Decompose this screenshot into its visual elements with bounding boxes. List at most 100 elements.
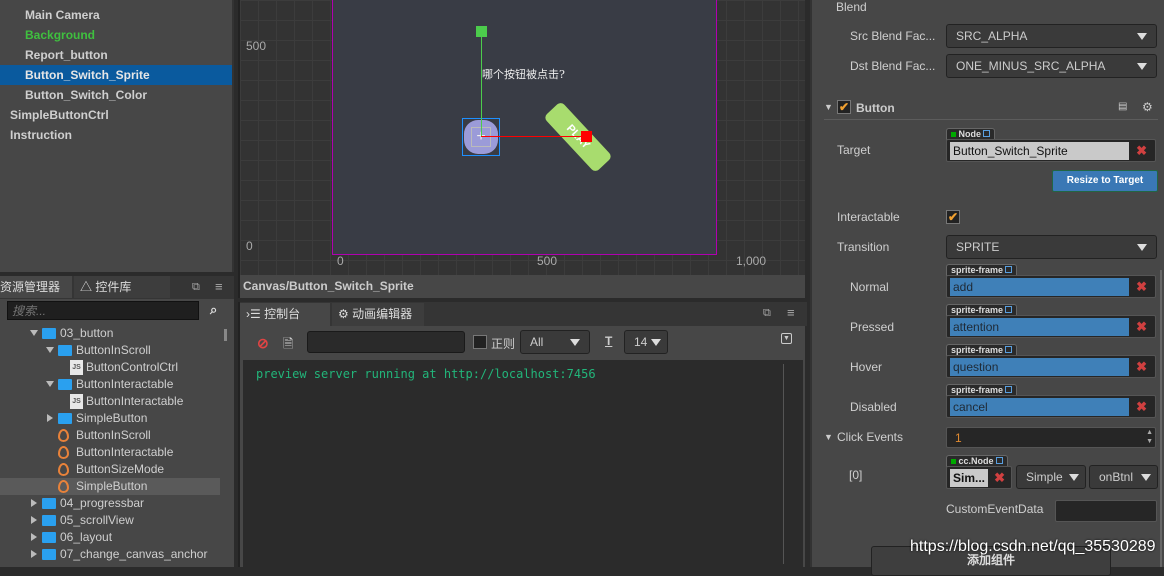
dst-blend-dropdown[interactable]: ONE_MINUS_SRC_ALPHA — [946, 54, 1157, 78]
stepper-icon[interactable]: ▲ ▼ — [1146, 428, 1153, 446]
hierarchy-item[interactable]: Button_Switch_Color — [0, 85, 232, 105]
collapse-arrow-icon[interactable] — [31, 499, 37, 507]
assets-search-input[interactable] — [7, 301, 199, 320]
clear-icon[interactable]: ✖ — [1136, 278, 1147, 296]
clear-icon[interactable]: ⊘ — [257, 335, 269, 352]
asset-item[interactable]: ButtonInteractable — [0, 444, 220, 461]
hierarchy-scrollbar[interactable] — [232, 0, 234, 272]
hierarchy-item[interactable]: Instruction — [0, 125, 232, 145]
event-handler-dropdown[interactable]: onBtnl — [1089, 465, 1158, 489]
console-log-area[interactable]: preview server running at http://localho… — [243, 360, 803, 567]
asset-item[interactable]: 04_progressbar — [0, 495, 220, 512]
scene-label-text: 哪个按钮被点击? — [482, 68, 565, 81]
popout-icon[interactable]: ⧉ — [763, 307, 771, 320]
event-component-dropdown[interactable]: Simple — [1016, 465, 1086, 489]
clear-icon[interactable]: ✖ — [994, 469, 1005, 487]
asset-item[interactable]: JS ButtonInteractable — [0, 393, 220, 410]
menu-icon[interactable]: ≡ — [215, 279, 223, 294]
collapse-arrow-icon[interactable]: ▼ — [824, 102, 833, 112]
tab-assets[interactable]: 资源管理器 — [0, 276, 72, 298]
asset-item[interactable]: ButtonSizeMode — [0, 461, 220, 478]
asset-item[interactable]: 06_layout — [0, 529, 220, 546]
hierarchy-item[interactable]: SimpleButtonCtrl — [0, 105, 232, 125]
expand-arrow-icon[interactable] — [46, 381, 54, 387]
hierarchy-item[interactable]: Button_Switch_Sprite — [0, 65, 232, 85]
expand-arrow-icon[interactable] — [46, 347, 54, 353]
target-field[interactable]: Node Button_Switch_Sprite ✖ — [946, 128, 1156, 162]
collapse-icon[interactable]: ▼ — [781, 333, 792, 344]
font-size-dropdown[interactable]: 14 — [624, 330, 668, 354]
log-file-icon[interactable]: 🗎 — [283, 335, 293, 357]
console-filter-input[interactable] — [307, 331, 465, 353]
external-link-icon[interactable] — [1005, 346, 1013, 353]
clear-icon[interactable]: ✖ — [1136, 318, 1147, 336]
asset-item[interactable]: SimpleButton — [0, 410, 220, 427]
asset-item[interactable]: 05_scrollView — [0, 512, 220, 529]
scene-file-icon — [58, 429, 69, 442]
tab-console[interactable]: ›☰ 控制台 — [240, 303, 330, 326]
console-icon: ›☰ — [246, 307, 265, 321]
external-link-icon[interactable] — [1005, 386, 1013, 393]
expand-arrow-icon[interactable] — [30, 330, 38, 336]
custom-event-data-input[interactable] — [1055, 500, 1157, 522]
external-link-icon[interactable] — [983, 130, 991, 137]
hierarchy-item[interactable]: Main Camera — [0, 5, 232, 25]
asset-item-label: 07_change_canvas_anchor — [60, 547, 208, 561]
disabled-sprite-field[interactable]: sprite-frame cancel ✖ — [946, 384, 1156, 418]
external-link-icon[interactable] — [1005, 306, 1013, 313]
button-enabled-checkbox[interactable]: ✔ — [837, 100, 851, 114]
event-target-field[interactable]: cc.Node Sim... ✖ — [946, 455, 1013, 489]
src-blend-dropdown[interactable]: SRC_ALPHA — [946, 24, 1157, 48]
collapse-arrow-icon[interactable] — [31, 533, 37, 541]
animation-icon: ⚙ — [338, 307, 353, 321]
gizmo-y-axis[interactable] — [481, 34, 482, 137]
gizmo-y-handle[interactable] — [476, 26, 487, 37]
asset-item[interactable]: 07_change_canvas_anchor — [0, 546, 220, 563]
collapse-arrow-icon[interactable]: ▼ — [824, 432, 833, 442]
asset-item[interactable]: ButtonInteractable — [0, 376, 220, 393]
help-book-icon[interactable]: ▤ — [1118, 101, 1127, 112]
popout-icon[interactable]: ⧉ — [192, 281, 200, 294]
asset-item-label: ButtonInteractable — [86, 394, 184, 408]
console-scrollbar[interactable] — [783, 364, 784, 564]
asset-item[interactable]: ButtonInScroll — [0, 427, 220, 444]
asset-item[interactable]: JS ButtonControlCtrl — [0, 359, 220, 376]
hierarchy-item[interactable]: Background — [0, 25, 232, 45]
click-events-count-input[interactable]: 1 ▲ ▼ — [946, 427, 1156, 448]
tab-animation-editor[interactable]: ⚙ 动画编辑器 — [332, 303, 424, 326]
transition-dropdown[interactable]: SPRITE — [946, 235, 1157, 259]
menu-icon[interactable]: ≡ — [787, 305, 795, 320]
asset-item[interactable]: SimpleButton — [0, 478, 220, 495]
resize-to-target-button[interactable]: Resize to Target — [1052, 170, 1158, 192]
log-level-dropdown[interactable]: All — [520, 330, 590, 354]
hover-sprite-field[interactable]: sprite-frame question ✖ — [946, 344, 1156, 378]
external-link-icon[interactable] — [995, 457, 1003, 464]
clear-icon[interactable]: ✖ — [1136, 398, 1147, 416]
folder-icon — [58, 413, 72, 424]
assets-scrollbar[interactable] — [224, 329, 227, 341]
asset-item-label: SimpleButton — [76, 479, 148, 493]
clear-icon[interactable]: ✖ — [1136, 358, 1147, 376]
asset-item[interactable]: 03_button — [0, 325, 220, 342]
normal-sprite-field[interactable]: sprite-frame add ✖ — [946, 264, 1156, 298]
pressed-sprite-field[interactable]: sprite-frame attention ✖ — [946, 304, 1156, 338]
inspector-scrollbar[interactable] — [1160, 270, 1162, 567]
collapse-arrow-icon[interactable] — [31, 516, 37, 524]
gizmo-x-handle[interactable] — [581, 131, 592, 142]
gizmo-x-axis[interactable] — [481, 136, 584, 137]
asset-item[interactable]: ButtonInScroll — [0, 342, 220, 359]
collapse-arrow-icon[interactable] — [31, 550, 37, 558]
external-link-icon[interactable] — [1005, 266, 1013, 273]
gear-icon[interactable]: ⚙ — [1142, 100, 1153, 114]
tab-widget-library[interactable]: △ 控件库 — [74, 276, 170, 298]
collapse-arrow-icon[interactable] — [47, 414, 53, 422]
regex-checkbox[interactable] — [473, 335, 487, 349]
search-icon[interactable]: ⌕ — [210, 302, 217, 318]
clear-icon[interactable]: ✖ — [1136, 142, 1147, 160]
hierarchy-item[interactable]: Report_button — [0, 45, 232, 65]
interactable-checkbox[interactable]: ✔ — [946, 210, 960, 224]
node-type-icon — [951, 459, 956, 464]
log-line: preview server running at http://localho… — [256, 367, 596, 381]
disabled-label: Disabled — [850, 400, 897, 414]
scene-view[interactable]: 500 0 0 500 1,000 哪个按钮被点击? PLAY + — [238, 0, 805, 275]
